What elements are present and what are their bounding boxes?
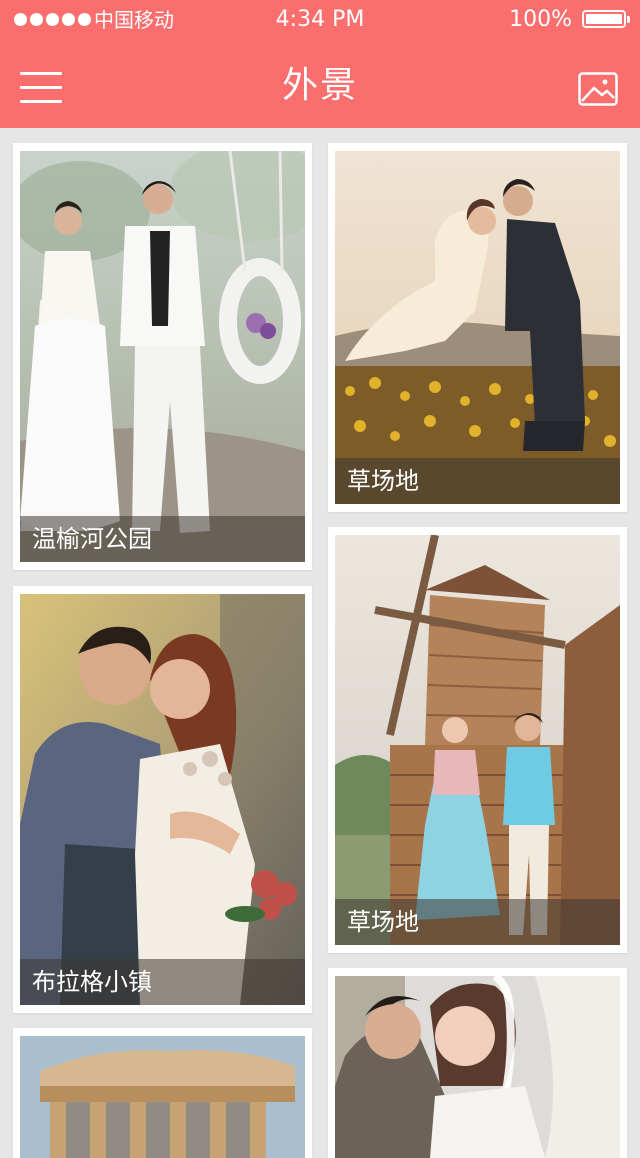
location-photo: 温榆河公园 <box>20 151 305 562</box>
location-caption: 布拉格小镇 <box>20 959 305 1005</box>
wedding-photo-image <box>335 151 620 504</box>
location-photo: 草场地 <box>335 151 620 504</box>
battery-percentage: 100% <box>509 7 572 32</box>
status-bar: 中国移动 4:34 PM 100% <box>0 0 640 40</box>
location-card[interactable] <box>13 1028 312 1158</box>
location-caption: 草场地 <box>335 899 620 945</box>
location-caption: 草场地 <box>335 458 620 504</box>
wedding-photo-image <box>335 535 620 945</box>
location-card[interactable]: 草场地 <box>328 527 627 953</box>
location-photo: 草场地 <box>335 535 620 945</box>
photo-gallery-icon <box>578 72 618 106</box>
battery-icon <box>582 10 630 28</box>
location-caption: 温榆河公园 <box>20 516 305 562</box>
location-photo <box>335 976 620 1158</box>
location-card[interactable] <box>328 968 627 1158</box>
location-photo: 布拉格小镇 <box>20 594 305 1005</box>
navigation-bar: 外景 <box>0 40 640 128</box>
wedding-photo-image <box>335 976 620 1158</box>
building-photo-image <box>20 1036 305 1158</box>
wedding-photo-image <box>20 151 305 562</box>
page-title: 外景 <box>281 65 358 106</box>
location-card[interactable]: 温榆河公园 <box>13 143 312 570</box>
location-photo <box>20 1036 305 1158</box>
gallery-button[interactable] <box>578 72 618 106</box>
location-card[interactable]: 草场地 <box>328 143 627 512</box>
wedding-photo-image <box>20 594 305 1005</box>
location-card[interactable]: 布拉格小镇 <box>13 586 312 1013</box>
